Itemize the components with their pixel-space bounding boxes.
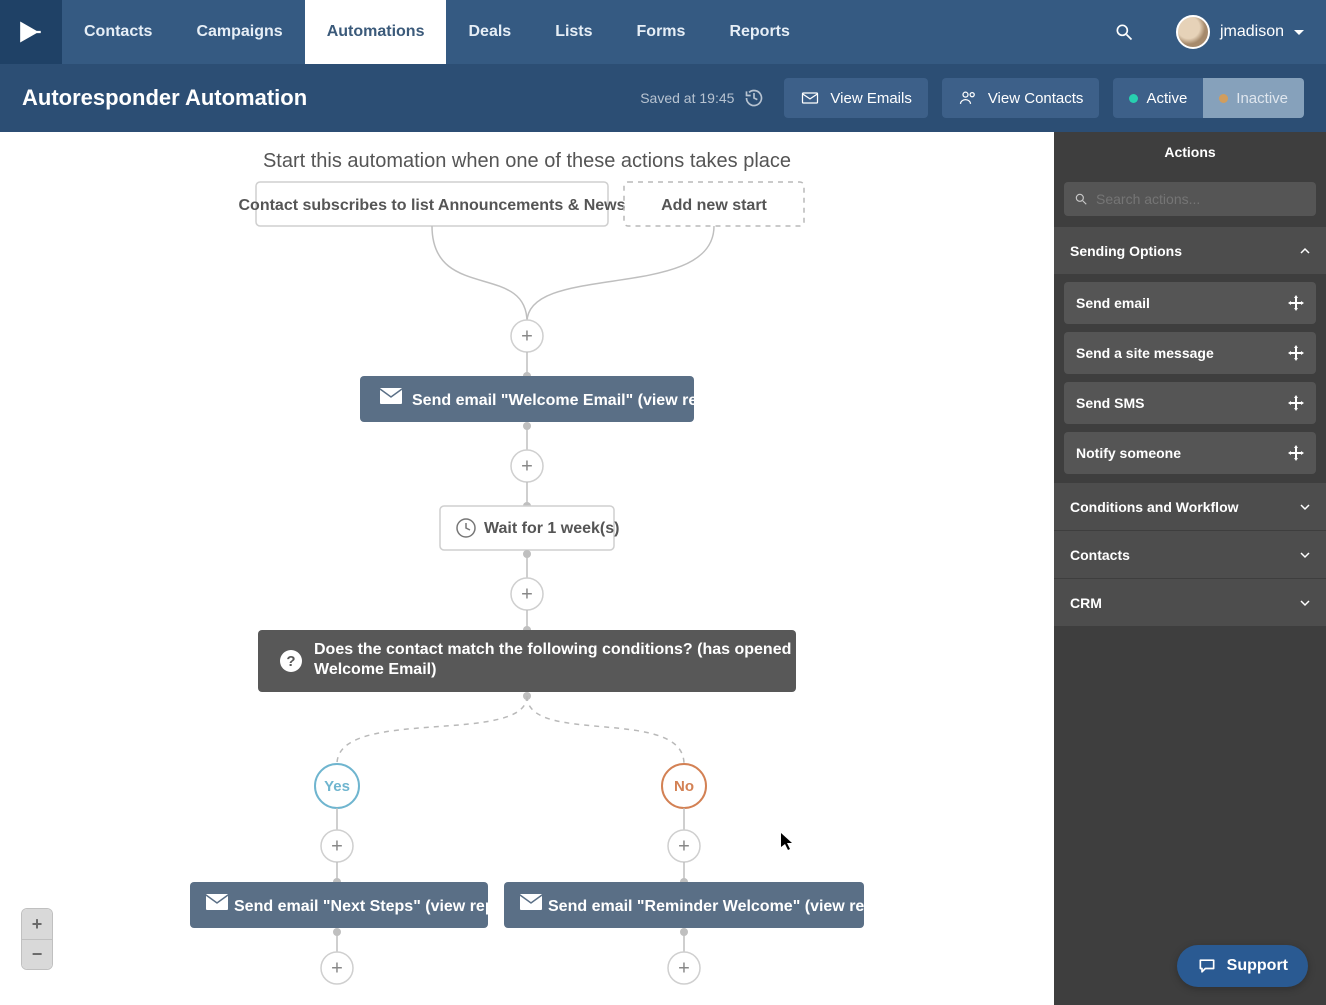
yes-branch[interactable]: Yes <box>315 764 359 808</box>
nav-reports[interactable]: Reports <box>707 0 811 64</box>
nav-forms[interactable]: Forms <box>615 0 708 64</box>
add-step-yes[interactable]: + <box>321 830 353 862</box>
drag-icon <box>1288 345 1304 361</box>
add-step-after-yes[interactable]: + <box>321 952 353 984</box>
wait-node[interactable]: Wait for 1 week(s) <box>440 506 619 550</box>
no-branch[interactable]: No <box>662 764 706 808</box>
zoom-in-button[interactable]: + <box>22 909 52 939</box>
status-active[interactable]: Active <box>1113 78 1203 118</box>
user-menu[interactable]: jmadison <box>1154 0 1326 64</box>
chevron-up-icon <box>1300 246 1310 256</box>
svg-text:No: No <box>674 778 694 795</box>
section-sending-options[interactable]: Sending Options <box>1054 226 1326 274</box>
svg-text:Contact subscribes to list Ann: Contact subscribes to list Announcements… <box>238 197 625 214</box>
add-step-1[interactable]: + <box>511 320 543 352</box>
sidebar-title: Actions <box>1054 132 1326 172</box>
svg-text:Welcome Email): Welcome Email) <box>314 661 436 678</box>
trigger-node[interactable]: Contact subscribes to list Announcements… <box>238 182 625 226</box>
condition-node[interactable]: ? Does the contact match the following c… <box>258 630 871 692</box>
add-step-no[interactable]: + <box>668 830 700 862</box>
nav-deals[interactable]: Deals <box>446 0 533 64</box>
zoom-out-button[interactable]: − <box>22 939 52 969</box>
add-step-2[interactable]: + <box>511 450 543 482</box>
chat-icon <box>1197 956 1217 976</box>
view-emails-button[interactable]: View Emails <box>784 78 927 118</box>
nav-contacts[interactable]: Contacts <box>62 0 174 64</box>
send-next-steps-node[interactable]: Send email "Next Steps" (view reports) <box>190 882 530 928</box>
svg-text:?: ? <box>286 653 295 670</box>
svg-text:Does the contact match the fol: Does the contact match the following con… <box>314 641 871 658</box>
automation-canvas[interactable]: Start this automation when one of these … <box>0 132 1054 1005</box>
drag-icon <box>1288 295 1304 311</box>
send-reminder-node[interactable]: Send email "Reminder Welcome" (view repo… <box>504 882 910 928</box>
logo[interactable] <box>0 0 62 64</box>
section-conditions[interactable]: Conditions and Workflow <box>1054 482 1326 530</box>
send-welcome-email-node[interactable]: Send email "Welcome Email" (view reports… <box>360 376 743 422</box>
section-crm[interactable]: CRM <box>1054 578 1326 626</box>
action-notify-someone[interactable]: Notify someone <box>1064 432 1316 474</box>
support-button[interactable]: Support <box>1177 945 1308 987</box>
global-search-button[interactable] <box>1094 0 1154 64</box>
nav-campaigns[interactable]: Campaigns <box>174 0 304 64</box>
actions-sidebar: Actions Sending Options Send email Send … <box>1054 132 1326 1005</box>
username: jmadison <box>1220 23 1284 41</box>
chevron-down-icon <box>1300 598 1310 608</box>
caret-down-icon <box>1294 30 1304 35</box>
svg-text:Send email "Welcome Email" (vi: Send email "Welcome Email" (view reports… <box>412 392 743 409</box>
status-inactive[interactable]: Inactive <box>1203 78 1304 118</box>
svg-text:Yes: Yes <box>324 778 350 795</box>
svg-text:+: + <box>521 583 533 605</box>
sidebar-search[interactable] <box>1064 182 1316 216</box>
svg-text:+: + <box>521 455 533 477</box>
chevron-down-icon <box>1300 502 1310 512</box>
sidebar-search-input[interactable] <box>1096 191 1306 207</box>
nav-lists[interactable]: Lists <box>533 0 614 64</box>
svg-text:Send email "Reminder Welcome": Send email "Reminder Welcome" (view repo… <box>548 898 910 915</box>
add-step-after-no[interactable]: + <box>668 952 700 984</box>
svg-text:+: + <box>331 957 343 979</box>
svg-text:Add new start: Add new start <box>661 197 767 214</box>
page-title: Autoresponder Automation <box>22 85 307 111</box>
svg-text:+: + <box>521 325 533 347</box>
avatar <box>1176 15 1210 49</box>
saved-status: Saved at 19:45 <box>640 88 764 108</box>
svg-text:+: + <box>678 835 690 857</box>
add-start-node[interactable]: Add new start <box>624 182 804 226</box>
svg-text:+: + <box>331 835 343 857</box>
section-contacts[interactable]: Contacts <box>1054 530 1326 578</box>
drag-icon <box>1288 445 1304 461</box>
zoom-controls: + − <box>22 909 52 969</box>
drag-icon <box>1288 395 1304 411</box>
start-hint: Start this automation when one of these … <box>263 150 791 172</box>
svg-text:Send email "Next Steps" (view: Send email "Next Steps" (view reports) <box>234 898 530 915</box>
action-send-sms[interactable]: Send SMS <box>1064 382 1316 424</box>
status-toggle: Active Inactive <box>1113 78 1304 118</box>
add-step-3[interactable]: + <box>511 578 543 610</box>
nav-automations[interactable]: Automations <box>305 0 447 64</box>
svg-text:Wait for 1 week(s): Wait for 1 week(s) <box>484 520 619 537</box>
view-contacts-button[interactable]: View Contacts <box>942 78 1100 118</box>
chevron-down-icon <box>1300 550 1310 560</box>
action-send-email[interactable]: Send email <box>1064 282 1316 324</box>
svg-text:+: + <box>678 957 690 979</box>
action-site-message[interactable]: Send a site message <box>1064 332 1316 374</box>
